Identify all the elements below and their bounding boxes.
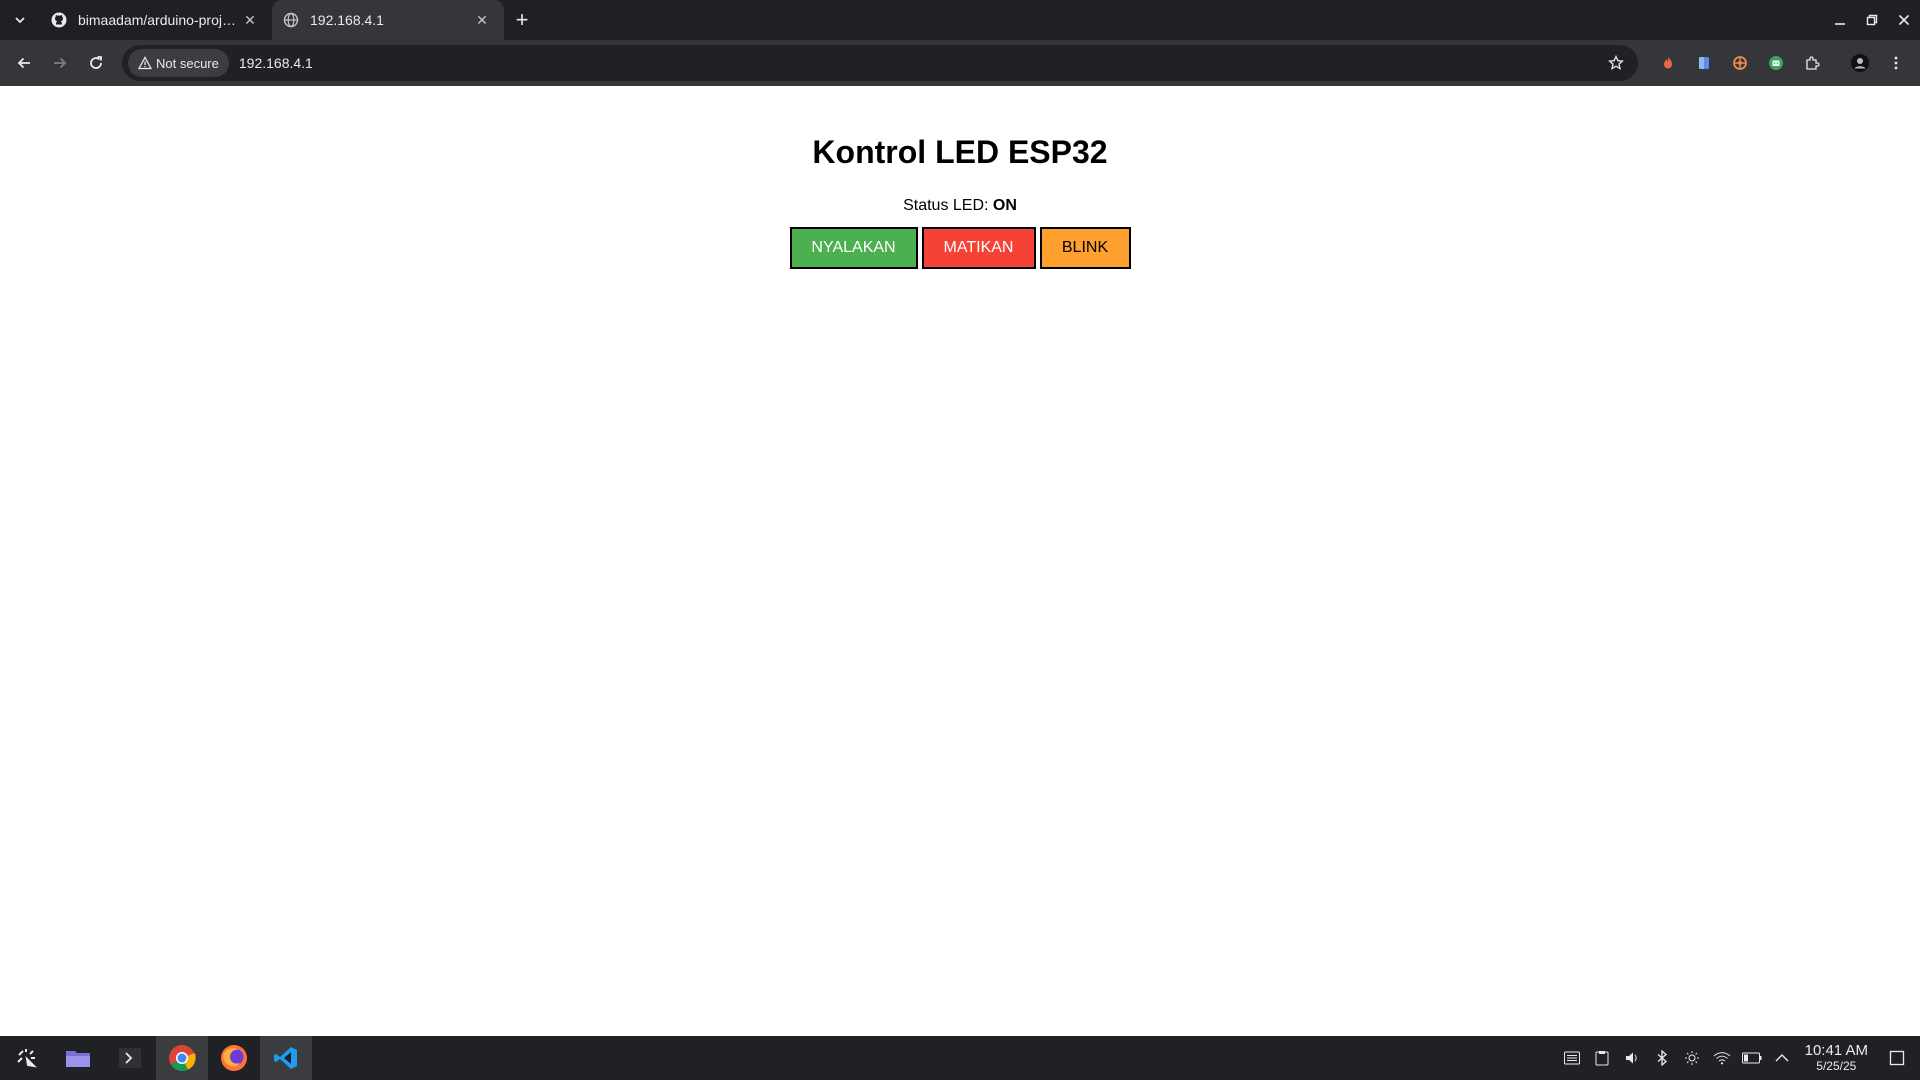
new-tab-button[interactable]: + (504, 0, 540, 40)
firefox-icon[interactable] (208, 1036, 260, 1080)
status-label: Status LED: (903, 197, 989, 214)
browser-toolbar: Not secure 192.168.4.1 (0, 40, 1920, 86)
document-extension-icon[interactable] (1686, 45, 1722, 81)
clock[interactable]: 10:41 AM 5/25/25 (1805, 1043, 1868, 1073)
wifi-icon[interactable] (1707, 1036, 1737, 1080)
notifications-icon[interactable] (1882, 1036, 1912, 1080)
launcher-icon[interactable] (0, 1036, 52, 1080)
globe-icon (282, 11, 300, 29)
wheel-extension-icon[interactable] (1722, 45, 1758, 81)
files-icon[interactable] (52, 1036, 104, 1080)
security-label: Not secure (156, 55, 219, 71)
extensions-area (1650, 45, 1914, 81)
chrome-icon[interactable] (156, 1036, 208, 1080)
keyboard-icon[interactable] (1557, 1036, 1587, 1080)
turn-on-button[interactable]: NYALAKAN (789, 227, 918, 269)
window-controls (1824, 0, 1920, 40)
terminal-icon[interactable] (104, 1036, 156, 1080)
tab-github[interactable]: bimaadam/arduino-project ✕ (40, 0, 272, 40)
fire-extension-icon[interactable] (1650, 45, 1686, 81)
reload-icon[interactable] (78, 45, 114, 81)
forward-icon[interactable] (42, 45, 78, 81)
taskbar: 10:41 AM 5/25/25 (0, 1036, 1920, 1080)
led-status: Status LED: ON (0, 197, 1920, 215)
back-icon[interactable] (6, 45, 42, 81)
restore-icon[interactable] (1856, 0, 1888, 40)
github-icon (50, 11, 68, 29)
brightness-icon[interactable] (1677, 1036, 1707, 1080)
address-bar[interactable]: Not secure 192.168.4.1 (122, 45, 1638, 81)
robot-extension-icon[interactable] (1758, 45, 1794, 81)
tab-title: bimaadam/arduino-project (78, 12, 240, 28)
vscode-icon[interactable] (260, 1036, 312, 1080)
tab-active[interactable]: 192.168.4.1 ✕ (272, 0, 504, 40)
clipboard-icon[interactable] (1587, 1036, 1617, 1080)
star-icon[interactable] (1600, 47, 1632, 79)
tab-search-button[interactable] (0, 0, 40, 40)
volume-icon[interactable] (1617, 1036, 1647, 1080)
led-controls: NYALAKAN MATIKAN BLINK (0, 227, 1920, 269)
close-icon[interactable]: ✕ (472, 10, 492, 30)
url-text[interactable]: 192.168.4.1 (239, 55, 1600, 71)
chevron-up-icon[interactable] (1767, 1036, 1797, 1080)
close-icon[interactable]: ✕ (240, 10, 260, 30)
minimize-icon[interactable] (1824, 0, 1856, 40)
clock-time: 10:41 AM (1804, 1042, 1868, 1060)
security-chip[interactable]: Not secure (128, 49, 229, 77)
battery-icon[interactable] (1737, 1036, 1767, 1080)
chevron-down-icon (15, 17, 25, 24)
status-value: ON (992, 197, 1017, 214)
system-tray: 10:41 AM 5/25/25 (1557, 1036, 1920, 1080)
tab-title: 192.168.4.1 (310, 12, 384, 28)
more-menu-icon[interactable] (1878, 45, 1914, 81)
close-window-icon[interactable] (1888, 0, 1920, 40)
clock-date: 5/25/25 (1816, 1058, 1857, 1073)
profile-avatar-icon[interactable] (1842, 45, 1878, 81)
puzzle-icon[interactable] (1794, 45, 1830, 81)
tab-strip: bimaadam/arduino-project ✕ 192.168.4.1 ✕… (0, 0, 1920, 40)
page-title: Kontrol LED ESP32 (812, 134, 1108, 170)
turn-off-button[interactable]: MATIKAN (921, 227, 1036, 269)
bluetooth-icon[interactable] (1647, 1036, 1677, 1080)
blink-button[interactable]: BLINK (1039, 227, 1131, 269)
web-page: Kontrol LED ESP32 Status LED: ON NYALAKA… (0, 86, 1920, 1036)
warning-icon (138, 56, 152, 70)
